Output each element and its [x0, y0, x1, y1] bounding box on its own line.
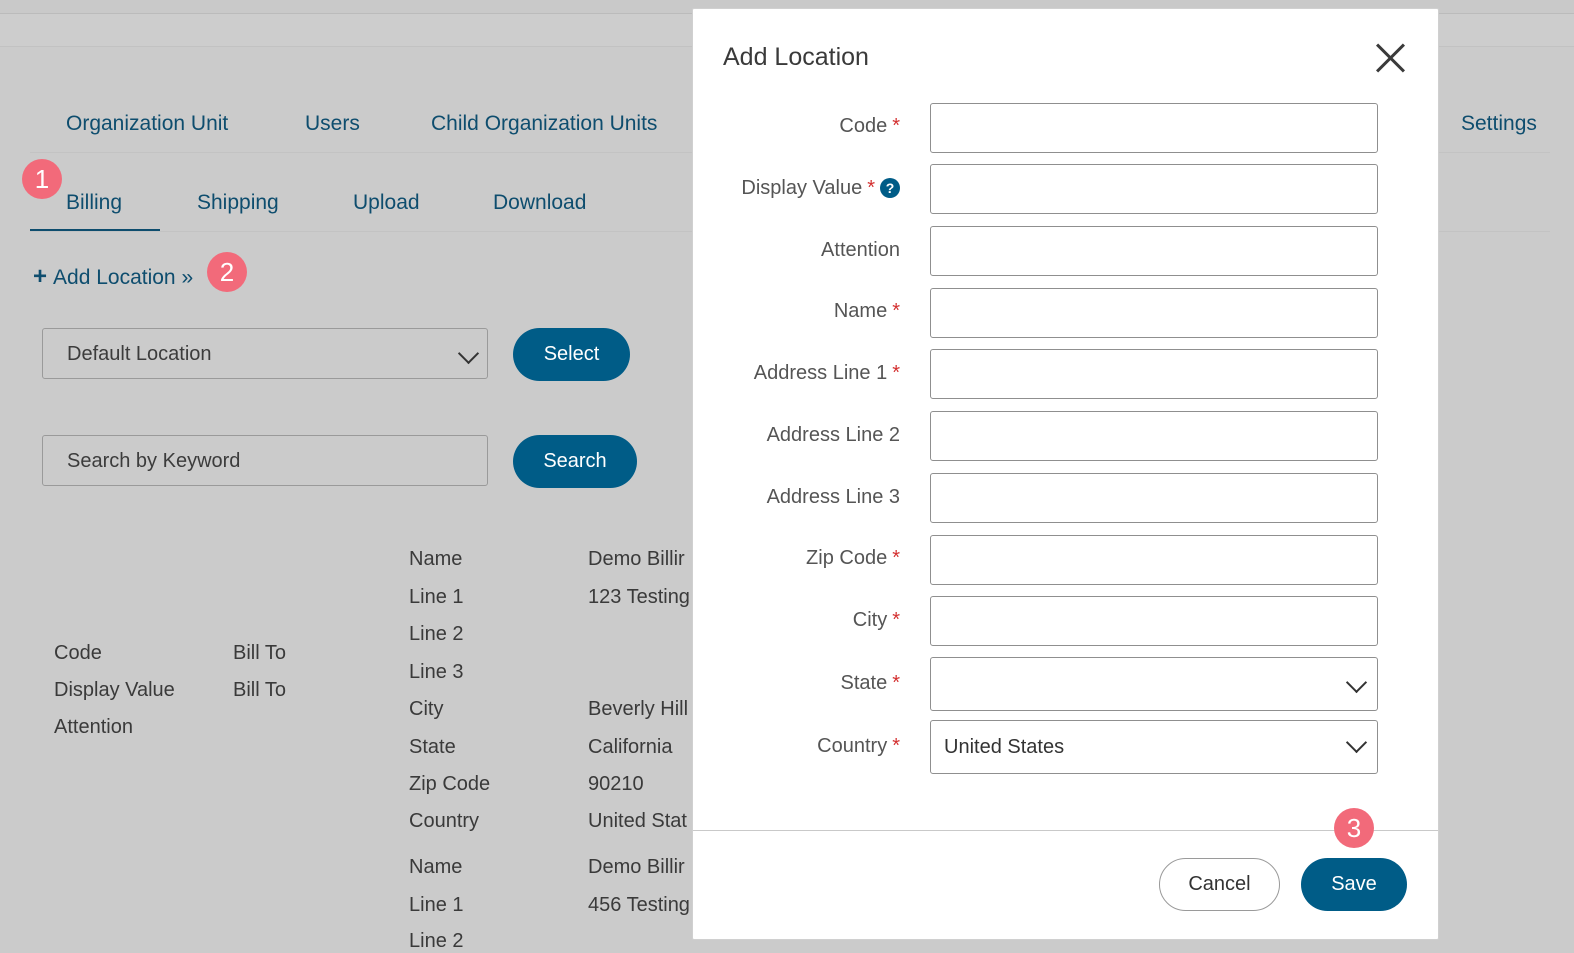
record-value: Beverly Hill [588, 698, 689, 720]
step-badge-1: 1 [22, 159, 62, 199]
city-label: City * [852, 609, 900, 631]
address-line-2-field[interactable] [930, 411, 1378, 461]
help-icon[interactable]: ? [880, 178, 900, 198]
required-marker: * [892, 115, 900, 137]
tab-billing[interactable]: Billing [66, 191, 122, 215]
search-placeholder: Search by Keyword [67, 450, 241, 472]
required-marker: * [892, 735, 900, 757]
step-badge-2: 2 [207, 252, 247, 292]
zip-code-field[interactable] [930, 535, 1378, 585]
search-button[interactable]: Search [513, 435, 637, 488]
cancel-button[interactable]: Cancel [1159, 858, 1280, 911]
code-label: Code * [839, 115, 900, 137]
chevron-down-icon [1345, 671, 1368, 694]
tab-child-organization-units[interactable]: Child Organization Units [431, 112, 657, 136]
address-line-2-label: Address Line 2 [766, 424, 900, 446]
search-input[interactable]: Search by Keyword [42, 435, 488, 486]
location-select-value: Default Location [67, 343, 212, 365]
close-icon[interactable] [1373, 41, 1407, 75]
record-label: Code [54, 642, 102, 664]
record-value: Bill To [233, 679, 286, 701]
save-button[interactable]: Save [1301, 858, 1407, 911]
record-label: Name [409, 856, 463, 878]
modal-footer-divider [693, 830, 1438, 831]
attention-field[interactable] [930, 226, 1378, 276]
tab-shipping[interactable]: Shipping [197, 191, 279, 215]
record-label: Line 1 [409, 586, 464, 608]
record-value: United Stat [588, 810, 687, 832]
record-label: City [409, 698, 444, 720]
record-value: Bill To [233, 642, 286, 664]
record-value: 456 Testing [588, 894, 690, 916]
name-field[interactable] [930, 288, 1378, 338]
select-button[interactable]: Select [513, 328, 630, 381]
state-select[interactable] [930, 657, 1378, 711]
address-line-3-label: Address Line 3 [766, 486, 900, 508]
tab-upload[interactable]: Upload [353, 191, 420, 215]
address-line-3-field[interactable] [930, 473, 1378, 523]
zip-code-label: Zip Code * [806, 547, 900, 569]
record-label: Line 3 [409, 661, 464, 683]
record-value: 90210 [588, 773, 644, 795]
chevron-down-icon [1345, 731, 1368, 754]
record-label: Line 1 [409, 894, 464, 916]
record-value: California [588, 736, 673, 758]
country-select-value: United States [944, 736, 1065, 758]
attention-label: Attention [821, 239, 900, 261]
record-label: Attention [54, 716, 133, 738]
required-marker: * [892, 609, 900, 631]
add-location-link[interactable]: + Add Location » [33, 263, 193, 291]
plus-icon: + [33, 263, 48, 290]
tab-organization-unit[interactable]: Organization Unit [66, 112, 228, 136]
record-label: State [409, 736, 456, 758]
location-select[interactable]: Default Location [42, 328, 488, 379]
name-label: Name * [833, 300, 900, 322]
country-label: Country * [817, 735, 900, 757]
address-line-1-label: Address Line 1 * [753, 362, 900, 384]
record-label: Zip Code [409, 773, 491, 795]
record-label: Line 2 [409, 623, 464, 645]
required-marker: * [892, 300, 900, 322]
record-value: Demo Billir [588, 548, 685, 570]
tab-users[interactable]: Users [305, 112, 360, 136]
address-line-1-field[interactable] [930, 349, 1378, 399]
required-marker: * [892, 362, 900, 384]
required-marker: * [892, 672, 900, 694]
display-value-field[interactable] [930, 164, 1378, 214]
chevron-down-icon [457, 342, 480, 365]
record-value: Demo Billir [588, 856, 685, 878]
tab-settings[interactable]: Settings [1461, 112, 1537, 136]
display-value-label: Display Value *? [741, 177, 900, 200]
city-field[interactable] [930, 596, 1378, 646]
country-select[interactable]: United States [930, 720, 1378, 774]
required-marker: * [867, 177, 875, 199]
record-value: 123 Testing [588, 586, 690, 608]
state-label: State * [840, 672, 901, 694]
required-marker: * [892, 547, 900, 569]
record-label: Name [409, 548, 463, 570]
record-label: Line 2 [409, 930, 464, 952]
record-label: Country [409, 810, 480, 832]
record-label: Display Value [54, 679, 175, 701]
tab-download[interactable]: Download [493, 191, 586, 215]
add-location-modal: Add Location Code * Display Value *? Atten… [692, 8, 1439, 940]
step-badge-3: 3 [1334, 808, 1374, 848]
modal-title: Add Location [723, 43, 869, 71]
code-field[interactable] [930, 103, 1378, 153]
add-location-label: Add Location » [53, 266, 194, 289]
